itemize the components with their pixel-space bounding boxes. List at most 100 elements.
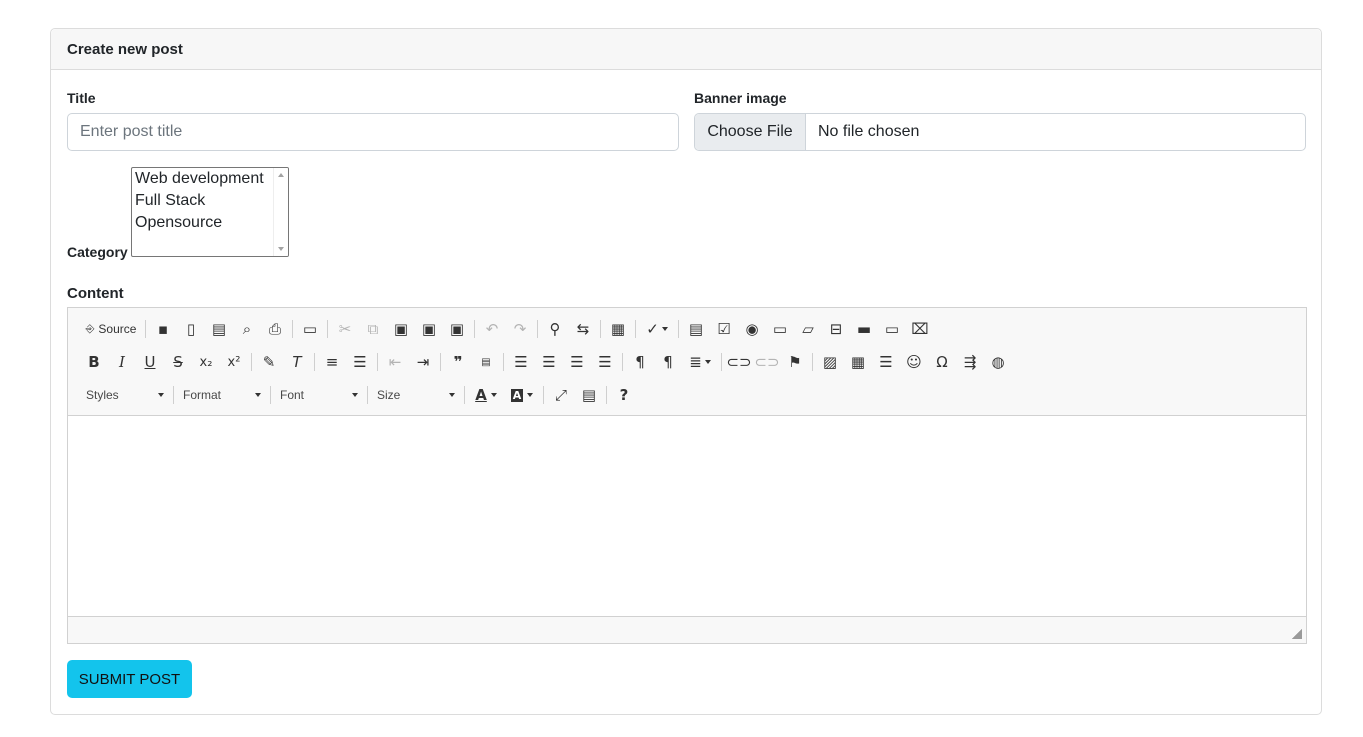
save-icon[interactable]: ▪ <box>149 316 177 342</box>
radio-icon[interactable]: ◉ <box>738 316 766 342</box>
chevron-down-icon <box>255 393 261 397</box>
resize-handle-icon[interactable] <box>1292 629 1302 639</box>
templates-icon[interactable]: ▭ <box>296 316 324 342</box>
background-color-icon[interactable]: A <box>504 382 540 408</box>
font-dropdown[interactable]: Font <box>274 383 364 407</box>
strikethrough-icon[interactable]: S <box>164 349 192 375</box>
title-input[interactable] <box>67 113 679 151</box>
export-pdf-icon[interactable]: ▤ <box>205 316 233 342</box>
banner-image-label: Banner image <box>694 90 787 106</box>
format-label: Format <box>183 388 222 402</box>
editor-statusbar <box>68 616 1306 643</box>
image-button-icon[interactable]: ▭ <box>878 316 906 342</box>
rich-text-editor: ⎆ Source ▪ ▯ ▤ ⌕ ⎙ ▭ ✂ ⧉ ▣ ▣ ▣ ↶ ↷ ⚲ ⇆ ▦… <box>67 307 1307 644</box>
special-character-icon[interactable]: Ω <box>928 349 956 375</box>
page-break-icon[interactable]: ⇶ <box>956 349 984 375</box>
text-direction-rtl-icon[interactable]: ¶ <box>654 349 682 375</box>
scroll-down-arrow-icon[interactable] <box>278 247 284 251</box>
show-blocks-icon[interactable]: ▤ <box>575 382 603 408</box>
table-icon[interactable]: ▦ <box>844 349 872 375</box>
align-left-icon[interactable]: ☰ <box>507 349 535 375</box>
preview-icon[interactable]: ⌕ <box>233 316 261 342</box>
chevron-down-icon <box>158 393 164 397</box>
textarea-icon[interactable]: ▱ <box>794 316 822 342</box>
category-option[interactable]: Opensource <box>132 212 288 234</box>
justify-icon[interactable]: ☰ <box>591 349 619 375</box>
align-center-icon[interactable]: ☰ <box>535 349 563 375</box>
link-icon[interactable]: ⊂⊃ <box>725 349 753 375</box>
align-right-icon[interactable]: ☰ <box>563 349 591 375</box>
category-option[interactable]: Web development <box>132 168 288 190</box>
chevron-down-icon <box>449 393 455 397</box>
undo-icon[interactable]: ↶ <box>478 316 506 342</box>
redo-icon[interactable]: ↷ <box>506 316 534 342</box>
editor-toolbar: ⎆ Source ▪ ▯ ▤ ⌕ ⎙ ▭ ✂ ⧉ ▣ ▣ ▣ ↶ ↷ ⚲ ⇆ ▦… <box>68 308 1306 416</box>
cut-icon[interactable]: ✂ <box>331 316 359 342</box>
image-icon[interactable]: ▨ <box>816 349 844 375</box>
anchor-icon[interactable]: ⚑ <box>781 349 809 375</box>
maximize-icon[interactable]: ⤢ <box>547 382 575 408</box>
title-label: Title <box>67 90 96 106</box>
language-icon[interactable]: ≣ <box>682 349 718 375</box>
help-icon[interactable]: ? <box>610 382 638 408</box>
horizontal-line-icon[interactable]: ☰ <box>872 349 900 375</box>
create-post-card: Create new post Title Banner image Choos… <box>50 28 1322 715</box>
paste-icon[interactable]: ▣ <box>387 316 415 342</box>
subscript-icon[interactable]: x₂ <box>192 349 220 375</box>
category-label: Category <box>67 244 128 260</box>
select-field-icon[interactable]: ⊟ <box>822 316 850 342</box>
submit-post-button[interactable]: SUBMIT POST <box>67 660 192 698</box>
bulleted-list-icon[interactable]: ☰ <box>346 349 374 375</box>
replace-icon[interactable]: ⇆ <box>569 316 597 342</box>
editor-content-area[interactable] <box>68 416 1306 616</box>
checkbox-icon[interactable]: ☑ <box>710 316 738 342</box>
hidden-field-icon[interactable]: ⌧ <box>906 316 934 342</box>
styles-label: Styles <box>86 388 119 402</box>
copy-formatting-icon[interactable]: ✎ <box>255 349 283 375</box>
create-div-icon[interactable]: ▤ <box>472 349 500 375</box>
copy-icon[interactable]: ⧉ <box>359 316 387 342</box>
choose-file-button[interactable]: Choose File <box>695 114 806 150</box>
content-label: Content <box>67 285 124 302</box>
superscript-icon[interactable]: x² <box>220 349 248 375</box>
styles-dropdown[interactable]: Styles <box>80 383 170 407</box>
category-option[interactable]: Full Stack <box>132 190 288 212</box>
chevron-down-icon <box>352 393 358 397</box>
source-button[interactable]: ⎆ Source <box>80 316 142 342</box>
paste-text-icon[interactable]: ▣ <box>415 316 443 342</box>
text-field-icon[interactable]: ▭ <box>766 316 794 342</box>
remove-format-icon[interactable]: T <box>283 349 311 375</box>
indent-icon[interactable]: ⇥ <box>409 349 437 375</box>
size-label: Size <box>377 388 401 402</box>
outdent-icon[interactable]: ⇤ <box>381 349 409 375</box>
source-label: Source <box>98 322 137 336</box>
format-dropdown[interactable]: Format <box>177 383 267 407</box>
smiley-icon[interactable]: ☺ <box>900 349 928 375</box>
paste-from-word-icon[interactable]: ▣ <box>443 316 471 342</box>
blockquote-icon[interactable]: ❞ <box>444 349 472 375</box>
text-color-icon[interactable]: A <box>468 382 504 408</box>
iframe-icon[interactable]: ◍ <box>984 349 1012 375</box>
banner-image-file-input[interactable]: Choose File No file chosen <box>694 113 1306 151</box>
listbox-scrollbar[interactable] <box>273 168 288 256</box>
source-icon: ⎆ <box>85 322 95 335</box>
button-field-icon[interactable]: ▬ <box>850 316 878 342</box>
unlink-icon[interactable]: ⊂⊃ <box>753 349 781 375</box>
print-icon[interactable]: ⎙ <box>261 316 289 342</box>
font-label: Font <box>280 388 305 402</box>
category-select[interactable]: Web development Full Stack Opensource <box>131 167 289 257</box>
new-page-icon[interactable]: ▯ <box>177 316 205 342</box>
spell-check-icon[interactable]: ✓ <box>639 316 675 342</box>
size-dropdown[interactable]: Size <box>371 383 461 407</box>
file-status: No file chosen <box>818 123 920 140</box>
text-direction-ltr-icon[interactable]: ¶ <box>626 349 654 375</box>
find-icon[interactable]: ⚲ <box>541 316 569 342</box>
scroll-up-arrow-icon[interactable] <box>278 173 284 177</box>
form-icon[interactable]: ▤ <box>682 316 710 342</box>
select-all-icon[interactable]: ▦ <box>604 316 632 342</box>
numbered-list-icon[interactable]: ≡ <box>318 349 346 375</box>
card-header: Create new post <box>51 29 1321 70</box>
underline-icon[interactable]: U <box>136 349 164 375</box>
bold-icon[interactable]: B <box>80 349 108 375</box>
italic-icon[interactable]: I <box>108 349 136 375</box>
